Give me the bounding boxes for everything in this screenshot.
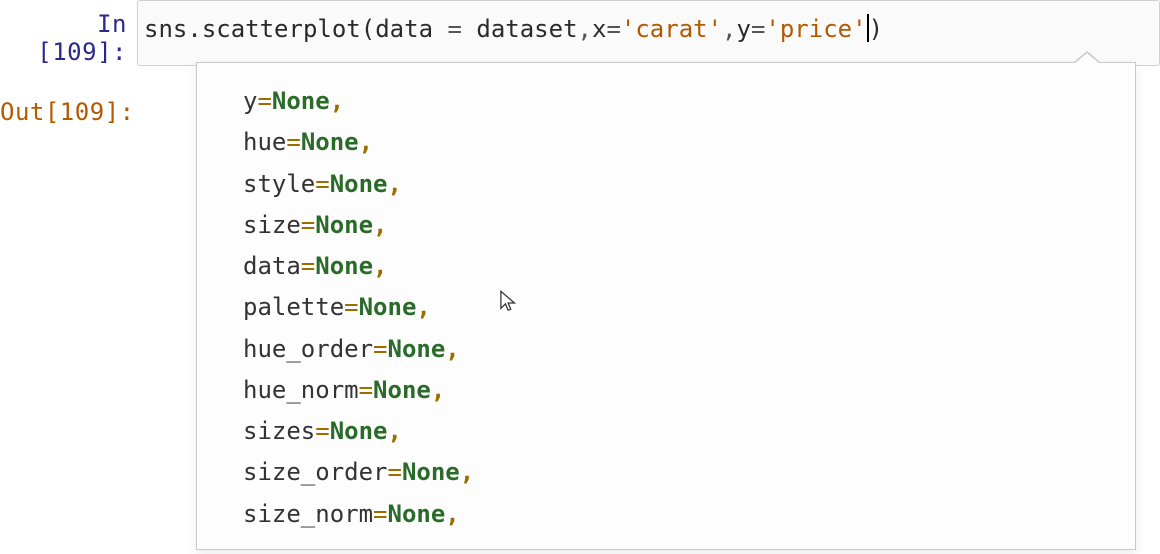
param-row: size_order=None, [243,452,1089,493]
code-token: = [751,15,765,43]
param-value: None [301,128,359,156]
param-comma: , [330,87,344,115]
param-name: hue [243,128,286,156]
param-name: size [243,211,301,239]
param-eq: = [315,170,329,198]
code-token: = [606,15,620,43]
input-cell: In [109]: sns.scatterplot(data = dataset… [0,0,1160,66]
input-prompt: In [109]: [0,0,135,66]
param-eq: = [359,376,373,404]
code-token: 'price' [765,15,866,43]
param-row: sizes=None, [243,411,1089,452]
param-row: hue=None, [243,122,1089,163]
param-eq: = [286,128,300,156]
param-comma: , [416,293,430,321]
param-row: hue_norm=None, [243,370,1089,411]
param-comma: , [431,376,445,404]
param-name: y [243,87,257,115]
param-row: style=None, [243,164,1089,205]
param-value: None [359,293,417,321]
param-value: None [315,252,373,280]
param-eq: = [373,500,387,528]
in-prompt-suffix: ]: [97,38,127,66]
code-token: , [578,15,592,43]
param-name: hue_norm [243,376,359,404]
param-eq: = [388,458,402,486]
code-token: scatterplot [202,15,361,43]
param-comma: , [388,170,402,198]
code-token: , [722,15,736,43]
param-comma: , [388,417,402,445]
code-token: x [592,15,606,43]
param-comma: , [373,211,387,239]
code-token: dataset [476,15,577,43]
param-row: size_norm=None, [243,494,1089,535]
code-token: ) [869,15,883,43]
out-prompt-prefix: Out[ [0,98,60,126]
in-prompt-num: 109 [52,38,97,66]
param-value: None [402,458,460,486]
param-name: size_norm [243,500,373,528]
param-row: size=None, [243,205,1089,246]
param-row: palette=None, [243,287,1089,328]
param-row: hue_order=None, [243,329,1089,370]
code-token: 'carat' [621,15,722,43]
param-comma: , [373,252,387,280]
param-value: None [272,87,330,115]
code-token: sns [144,15,187,43]
param-eq: = [373,335,387,363]
param-row: y=None, [243,81,1089,122]
param-value: None [373,376,431,404]
param-comma: , [445,335,459,363]
param-name: size_order [243,458,388,486]
out-prompt-suffix: ]: [105,98,135,126]
code-token: data [375,15,433,43]
param-eq: = [344,293,358,321]
out-prompt-num: 109 [60,98,105,126]
param-name: data [243,252,301,280]
code-editor[interactable]: sns.scatterplot(data = dataset,x='carat'… [137,0,1160,66]
code-line[interactable]: sns.scatterplot(data = dataset,x='carat'… [144,11,1159,47]
param-comma: , [445,500,459,528]
param-eq: = [301,211,315,239]
output-prompt: Out[109]: [0,88,135,126]
param-row: data=None, [243,246,1089,287]
param-value: None [388,335,446,363]
code-token: . [187,15,201,43]
param-eq: = [257,87,271,115]
code-token: ( [361,15,375,43]
param-value: None [330,170,388,198]
param-value: None [330,417,388,445]
param-name: palette [243,293,344,321]
param-eq: = [315,417,329,445]
param-value: None [388,500,446,528]
param-value: None [315,211,373,239]
param-comma: , [460,458,474,486]
param-name: style [243,170,315,198]
param-comma: , [359,128,373,156]
param-name: sizes [243,417,315,445]
code-token: y [737,15,751,43]
param-name: hue_order [243,335,373,363]
code-token: = [433,15,476,43]
signature-tooltip: y=None, hue=None, style=None, size=None,… [196,62,1136,550]
param-eq: = [301,252,315,280]
